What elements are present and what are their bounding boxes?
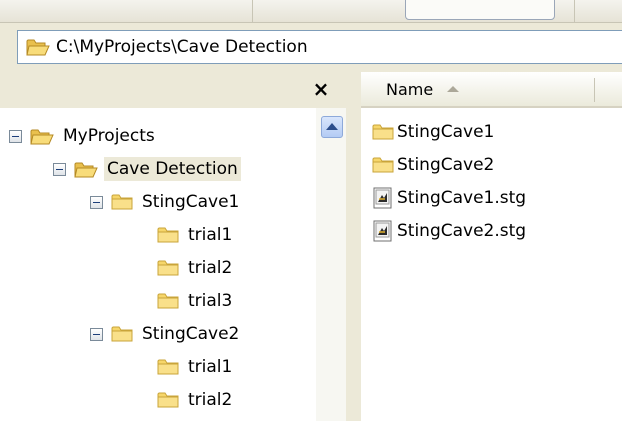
folder-icon [157,358,179,376]
collapse-icon[interactable] [53,162,66,176]
list-item[interactable]: StingCave1.stg [372,181,526,215]
column-divider[interactable] [594,78,595,102]
tree-item-trial2[interactable]: trial2 [157,383,235,417]
tree-item-stingcave1[interactable]: StingCave1 [90,185,242,219]
column-header-label: Name [386,79,434,99]
stg-file-icon [372,187,394,209]
close-pane-button[interactable]: × [305,73,337,105]
list-item-label: StingCave2 [397,155,495,175]
list-item-label: StingCave1 [397,122,495,142]
toolbar-tab[interactable] [405,0,555,20]
tree-item-trial1[interactable]: trial1 [157,350,235,384]
tree-item-label: trial1 [188,225,233,245]
list-item[interactable]: StingCave1 [372,115,494,149]
folder-icon [111,325,133,343]
tree-item-trial3[interactable]: trial3 [157,284,235,318]
tree-item-label: StingCave1 [142,192,240,212]
tree-item-trial1[interactable]: trial1 [157,218,235,252]
toolbar-separator [574,0,575,22]
folder-icon [157,259,179,277]
tree-item-label: Cave Detection [104,157,241,181]
open-folder-icon [26,37,50,57]
folder-tree: MyProjects Cave Detection StingCave1 tri… [0,108,316,421]
folder-icon [157,292,179,310]
address-path: C:\MyProjects\Cave Detection [56,37,308,57]
address-bar[interactable]: C:\MyProjects\Cave Detection [17,30,622,64]
folder-icon [372,123,394,141]
folders-pane-header: × [0,72,346,109]
folders-pane: × MyProjects Cave Detection StingCave1 t… [0,72,346,421]
tree-item-label: trial2 [188,390,233,410]
scroll-up-button[interactable] [321,116,343,138]
file-list-pane: Name StingCave1 StingCave2 StingCave1.st… [361,72,622,421]
toolbar-separator [252,0,253,22]
folder-icon [111,193,133,211]
tree-item-label: trial2 [188,258,233,278]
tree-item-label: StingCave2 [142,324,240,344]
tree-item-label: trial1 [188,357,233,377]
column-header-filler [598,72,622,108]
sort-ascending-icon [447,86,460,92]
tree-item-trial2[interactable]: trial2 [157,251,235,285]
open-folder-icon [30,127,54,146]
list-item[interactable]: StingCave2.stg [372,214,526,248]
list-item-label: StingCave2.stg [397,221,527,241]
tree-item-stingcave2[interactable]: StingCave2 [90,317,242,351]
tree-item-myprojects[interactable]: MyProjects [9,119,158,153]
column-header-name[interactable]: Name [361,72,598,108]
folder-icon [157,226,179,244]
tree-item-cave-detection[interactable]: Cave Detection [53,152,241,186]
list-item-label: StingCave1.stg [397,188,527,208]
tree-item-label: MyProjects [63,126,155,146]
toolbar-strip [0,0,622,23]
pane-splitter[interactable] [346,72,361,421]
tree-scrollbar[interactable] [316,108,346,421]
stg-file-icon [372,220,394,242]
collapse-icon[interactable] [90,195,103,209]
tree-item-label: trial3 [188,291,233,311]
folder-icon [372,156,394,174]
collapse-icon[interactable] [9,129,22,143]
open-folder-icon [74,160,98,179]
list-item[interactable]: StingCave2 [372,148,494,182]
collapse-icon[interactable] [90,327,103,341]
folder-icon [157,391,179,409]
